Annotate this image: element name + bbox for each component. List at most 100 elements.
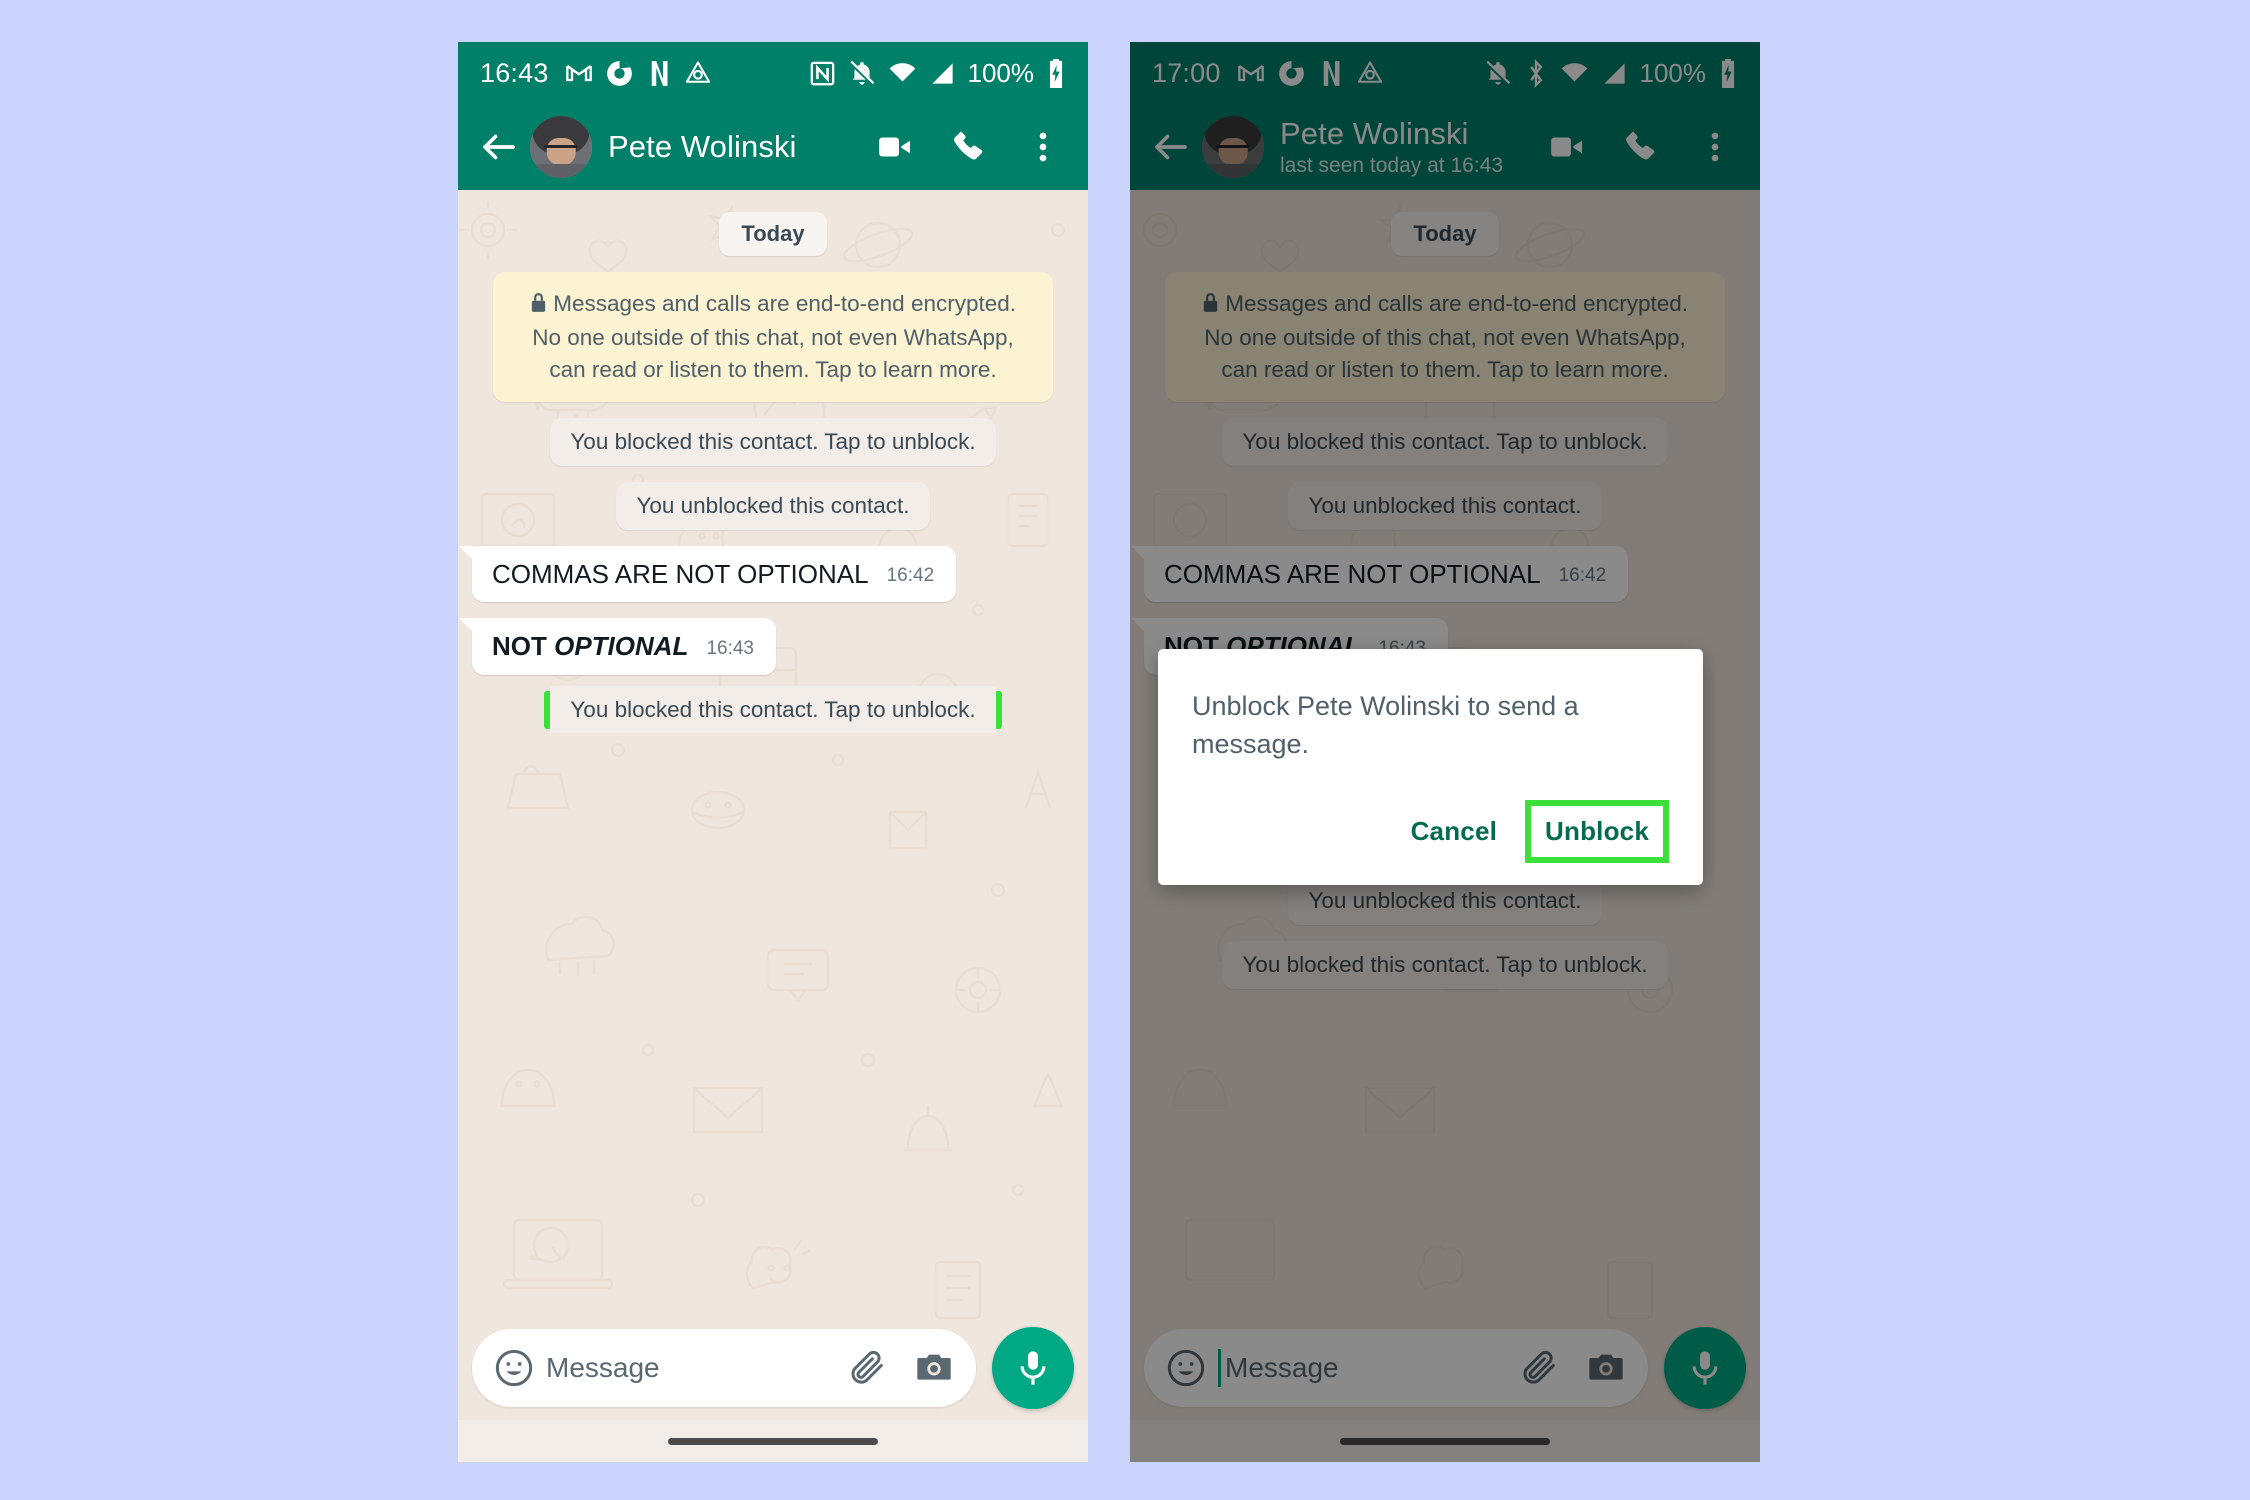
dialog-actions: Cancel Unblock <box>1192 799 1669 863</box>
contact-last-seen: last seen today at 16:43 <box>1280 153 1503 177</box>
home-gesture-pill[interactable] <box>1340 1437 1550 1445</box>
encryption-notice-row[interactable]: Messages and calls are end-to-end encryp… <box>1144 272 1746 402</box>
overflow-menu-icon[interactable] <box>1024 128 1062 166</box>
battery-charging-icon <box>1718 58 1738 88</box>
dialog-message: Unblock Pete Wolinski to send a message. <box>1192 691 1579 760</box>
incoming-message-bubble[interactable]: NOT OPTIONAL 16:43 <box>459 618 776 676</box>
system-message: You unblocked this contact. <box>1288 481 1602 530</box>
emoji-smiley-icon[interactable] <box>1166 1348 1206 1388</box>
system-message-row[interactable]: You blocked this contact. Tap to unblock… <box>1144 417 1746 466</box>
screenshot-stage: 16:43 100% Pete Wolinski Today Messages … <box>0 0 2250 1500</box>
battery-percent: 100% <box>967 57 1035 88</box>
back-arrow-icon[interactable] <box>1150 126 1192 168</box>
lock-icon <box>530 290 547 322</box>
home-gesture-pill[interactable] <box>668 1437 878 1445</box>
system-message[interactable]: You blocked this contact. Tap to unblock… <box>1222 417 1668 466</box>
contact-name-block[interactable]: Pete Wolinski last seen today at 16:43 <box>1280 116 1503 177</box>
status-left-icons <box>565 59 712 87</box>
lock-icon <box>1202 290 1219 322</box>
google-drive-icon <box>684 59 712 87</box>
battery-percent: 100% <box>1639 57 1707 88</box>
system-message-row[interactable]: You blocked this contact. Tap to unblock… <box>1144 941 1746 990</box>
android-nav-bar <box>1130 1420 1760 1462</box>
text-cursor <box>1218 1349 1221 1387</box>
cellular-signal-icon <box>1601 60 1628 87</box>
chrome-icon <box>606 60 633 87</box>
status-bar: 16:43 100% <box>458 42 1088 104</box>
message-list: Today Messages and calls are end-to-end … <box>458 212 1088 734</box>
highlighted-system-message-row[interactable]: You blocked this contact. Tap to unblock… <box>472 686 1074 734</box>
message-input-pill[interactable]: Message <box>1144 1329 1648 1407</box>
encryption-notice-text: Messages and calls are end-to-end encryp… <box>532 291 1017 382</box>
message-row: COMMAS ARE NOT OPTIONAL 16:42 <box>458 545 1074 603</box>
notifications-muted-icon <box>1484 59 1512 87</box>
day-chip: Today <box>719 212 827 256</box>
cancel-button[interactable]: Cancel <box>1393 804 1515 859</box>
paperclip-icon[interactable] <box>1520 1348 1560 1388</box>
status-right-icons: 100% <box>809 58 1067 89</box>
contact-name: Pete Wolinski <box>1280 116 1469 152</box>
wifi-icon <box>888 59 917 88</box>
netflix-icon <box>646 60 671 87</box>
wifi-icon <box>1560 59 1589 88</box>
day-divider-row: Today <box>472 212 1074 256</box>
status-bar: 17:00 100% <box>1130 42 1760 104</box>
back-arrow-icon[interactable] <box>478 126 520 168</box>
message-text: COMMAS ARE NOT OPTIONAL <box>492 558 869 589</box>
video-call-icon[interactable] <box>1548 128 1586 166</box>
video-call-icon[interactable] <box>876 128 914 166</box>
status-time: 16:43 <box>480 57 549 88</box>
encryption-notice-row[interactable]: Messages and calls are end-to-end encryp… <box>472 272 1074 402</box>
message-input-bar: Message <box>458 1316 1088 1420</box>
day-chip: Today <box>1391 212 1499 256</box>
microphone-icon <box>1692 1351 1718 1385</box>
phone-left: 16:43 100% Pete Wolinski Today Messages … <box>458 42 1088 1462</box>
camera-icon[interactable] <box>1586 1348 1626 1388</box>
system-message[interactable]: You blocked this contact. Tap to unblock… <box>550 417 996 466</box>
system-message-unblock[interactable]: You blocked this contact. Tap to unblock… <box>550 686 996 734</box>
battery-charging-icon <box>1046 58 1066 88</box>
voice-call-icon[interactable] <box>950 128 988 166</box>
encryption-notice[interactable]: Messages and calls are end-to-end encryp… <box>1165 272 1725 402</box>
system-message-row[interactable]: You blocked this contact. Tap to unblock… <box>472 417 1074 466</box>
message-text: COMMAS ARE NOT OPTIONAL <box>1164 558 1541 589</box>
encryption-notice[interactable]: Messages and calls are end-to-end encryp… <box>493 272 1053 402</box>
google-drive-icon <box>1356 59 1384 87</box>
system-message[interactable]: You blocked this contact. Tap to unblock… <box>1222 941 1668 990</box>
voice-record-button[interactable] <box>1664 1327 1746 1409</box>
phone-right: 17:00 100% Pete Wolinski last seen today… <box>1130 42 1760 1462</box>
message-text-prefix: NOT <box>492 631 555 662</box>
unblock-dialog: Unblock Pete Wolinski to send a message.… <box>1158 649 1703 885</box>
voice-call-icon[interactable] <box>1622 128 1660 166</box>
incoming-message-bubble[interactable]: COMMAS ARE NOT OPTIONAL 16:42 <box>1130 545 1629 603</box>
message-input-bar: Message <box>1130 1316 1760 1420</box>
chat-body: Today Messages and calls are end-to-end … <box>458 190 1088 1462</box>
avatar[interactable] <box>1202 116 1264 178</box>
input-actions <box>848 1348 954 1388</box>
message-row: COMMAS ARE NOT OPTIONAL 16:42 <box>1130 545 1746 603</box>
message-input-pill[interactable]: Message <box>472 1329 976 1407</box>
emoji-smiley-icon[interactable] <box>494 1348 534 1388</box>
gmail-icon <box>1237 59 1265 87</box>
voice-record-button[interactable] <box>992 1327 1074 1409</box>
message-row: NOT OPTIONAL 16:43 <box>459 618 1074 676</box>
message-timestamp: 16:42 <box>1558 565 1607 587</box>
chat-header: Pete Wolinski <box>458 104 1088 190</box>
cellular-signal-icon <box>929 60 956 87</box>
highlight-box: You blocked this contact. Tap to unblock… <box>544 686 1002 734</box>
camera-icon[interactable] <box>914 1348 954 1388</box>
overflow-menu-icon[interactable] <box>1696 128 1734 166</box>
paperclip-icon[interactable] <box>848 1348 888 1388</box>
unblock-button[interactable]: Unblock <box>1525 799 1669 863</box>
message-text-italic: OPTIONAL <box>554 631 689 662</box>
avatar[interactable] <box>530 116 592 178</box>
microphone-icon <box>1020 1351 1046 1385</box>
netflix-icon <box>1318 60 1343 87</box>
incoming-message-bubble[interactable]: COMMAS ARE NOT OPTIONAL 16:42 <box>458 545 957 603</box>
message-input-placeholder[interactable]: Message <box>546 1352 848 1384</box>
android-nav-bar <box>458 1420 1088 1462</box>
header-actions <box>1548 128 1734 166</box>
contact-name-block[interactable]: Pete Wolinski <box>608 129 797 165</box>
message-input-placeholder[interactable]: Message <box>1225 1352 1520 1384</box>
chrome-icon <box>1278 60 1305 87</box>
